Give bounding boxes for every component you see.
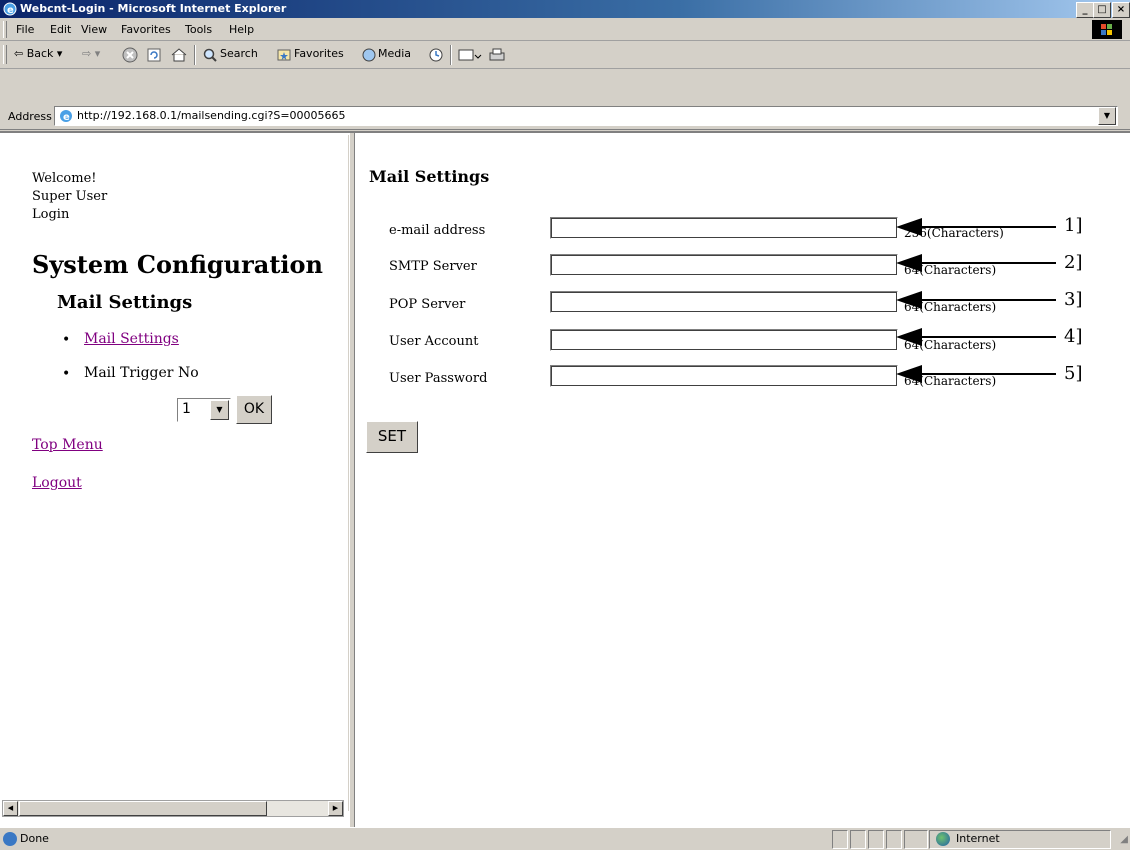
favorites-button[interactable]: Favorites bbox=[294, 47, 344, 60]
system-configuration-heading: System Configuration bbox=[32, 250, 323, 279]
status-panel bbox=[904, 830, 928, 849]
scroll-left-icon[interactable]: ◀ bbox=[3, 801, 18, 816]
smtp-server-label: SMTP Server bbox=[389, 259, 477, 274]
resize-grip-icon[interactable]: ◢ bbox=[1120, 834, 1128, 845]
media-icon[interactable] bbox=[361, 47, 377, 66]
mail-trigger-select[interactable]: 1 ▼ bbox=[177, 398, 231, 422]
annotation-number: 2] bbox=[1064, 252, 1083, 273]
media-button[interactable]: Media bbox=[378, 47, 411, 60]
ok-button[interactable]: OK bbox=[236, 395, 272, 424]
zone-text: Internet bbox=[956, 832, 1000, 845]
email-address-field[interactable] bbox=[550, 217, 898, 239]
top-menu-link[interactable]: Top Menu bbox=[32, 437, 103, 453]
toolbar-separator bbox=[194, 45, 196, 65]
ie-logo-icon: e bbox=[2, 1, 18, 17]
status-text: Done bbox=[20, 832, 49, 845]
windows-flag-icon bbox=[1092, 20, 1122, 39]
annotation-arrow-line bbox=[916, 226, 1056, 228]
address-input[interactable]: e http://192.168.0.1/mailsending.cgi?S=0… bbox=[54, 106, 1118, 126]
mail-trigger-label: Mail Trigger No bbox=[84, 365, 199, 381]
maximize-button[interactable]: □ bbox=[1093, 2, 1111, 18]
set-button[interactable]: SET bbox=[366, 421, 418, 453]
annotation-arrow-line bbox=[916, 336, 1056, 338]
history-icon[interactable] bbox=[427, 47, 445, 66]
menu-favorites[interactable]: Favorites bbox=[121, 23, 171, 36]
smtp-server-field[interactable] bbox=[550, 254, 898, 276]
forward-button[interactable]: ⇨ ▾ bbox=[82, 47, 100, 60]
close-button[interactable]: × bbox=[1112, 2, 1130, 18]
stop-icon[interactable] bbox=[122, 47, 138, 66]
right-frame: Mail Settings e-mail address 256(Charact… bbox=[356, 135, 1130, 825]
horizontal-scrollbar[interactable]: ◀ ▶ bbox=[2, 800, 344, 817]
scroll-right-icon[interactable]: ▶ bbox=[328, 801, 343, 816]
refresh-icon[interactable] bbox=[146, 47, 162, 66]
page-title: Mail Settings bbox=[369, 167, 490, 186]
mail-settings-link[interactable]: Mail Settings bbox=[84, 331, 179, 347]
status-bar: Done Internet ◢ bbox=[0, 827, 1130, 850]
user-account-label: User Account bbox=[389, 334, 479, 349]
globe-icon bbox=[936, 832, 950, 846]
minimize-button[interactable]: _ bbox=[1076, 2, 1094, 18]
window-title: Webcnt-Login - Microsoft Internet Explor… bbox=[20, 2, 287, 15]
toolbar-separator bbox=[450, 45, 452, 65]
svg-text:e: e bbox=[63, 112, 70, 123]
page-done-icon bbox=[3, 832, 17, 846]
menu-view[interactable]: View bbox=[81, 23, 107, 36]
annotation-number: 4] bbox=[1064, 326, 1083, 347]
mail-icon[interactable] bbox=[458, 47, 482, 66]
scroll-thumb[interactable] bbox=[19, 801, 267, 816]
mail-settings-subheading: Mail Settings bbox=[57, 292, 193, 313]
menu-bar: File Edit View Favorites Tools Help bbox=[0, 19, 1130, 41]
pop-server-field[interactable] bbox=[550, 291, 898, 313]
toolbar-grip bbox=[3, 45, 7, 64]
menu-file[interactable]: File bbox=[16, 23, 34, 36]
chevron-down-icon[interactable]: ▼ bbox=[210, 400, 229, 420]
page-icon: e bbox=[58, 108, 74, 127]
status-panel bbox=[886, 830, 902, 849]
bullet-icon: • bbox=[62, 366, 71, 382]
standard-toolbar: ⇦ Back ▾ ⇨ ▾ Search Favorites Media bbox=[0, 41, 1130, 69]
logout-link[interactable]: Logout bbox=[32, 475, 82, 491]
address-dropdown-button[interactable]: ▼ bbox=[1098, 107, 1116, 125]
print-icon[interactable] bbox=[488, 47, 506, 66]
search-icon[interactable] bbox=[202, 47, 218, 66]
annotation-arrow-line bbox=[916, 262, 1056, 264]
status-panel bbox=[868, 830, 884, 849]
user-password-label: User Password bbox=[389, 371, 488, 386]
left-frame: Welcome! Super User Login System Configu… bbox=[0, 135, 349, 817]
user-name: Super User bbox=[32, 189, 108, 204]
favorites-icon[interactable] bbox=[276, 47, 292, 66]
welcome-text: Welcome! bbox=[32, 171, 97, 186]
toolbar-grip bbox=[3, 21, 7, 38]
annotation-number: 5] bbox=[1064, 363, 1083, 384]
user-account-field[interactable] bbox=[550, 329, 898, 351]
annotation-number: 3] bbox=[1064, 289, 1083, 310]
frame-divider[interactable] bbox=[349, 133, 355, 829]
status-panel bbox=[850, 830, 866, 849]
pop-server-label: POP Server bbox=[389, 297, 466, 312]
back-button[interactable]: ⇦ Back ▾ bbox=[14, 47, 62, 60]
page-content: Welcome! Super User Login System Configu… bbox=[0, 131, 1130, 829]
address-url: http://192.168.0.1/mailsending.cgi?S=000… bbox=[77, 109, 346, 122]
menu-edit[interactable]: Edit bbox=[50, 23, 71, 36]
annotation-number: 1] bbox=[1064, 215, 1083, 236]
annotation-arrow-line bbox=[916, 299, 1056, 301]
user-password-field[interactable] bbox=[550, 365, 898, 387]
status-panel bbox=[832, 830, 848, 849]
address-label: Address bbox=[8, 110, 52, 123]
annotation-arrow-line bbox=[916, 373, 1056, 375]
search-button[interactable]: Search bbox=[220, 47, 258, 60]
home-icon[interactable] bbox=[170, 47, 188, 66]
menu-help[interactable]: Help bbox=[229, 23, 254, 36]
title-bar: e Webcnt-Login - Microsoft Internet Expl… bbox=[0, 0, 1130, 18]
bullet-icon: • bbox=[62, 332, 71, 348]
svg-text:e: e bbox=[7, 5, 14, 16]
address-bar: Address e http://192.168.0.1/mailsending… bbox=[0, 103, 1130, 130]
menu-tools[interactable]: Tools bbox=[185, 23, 212, 36]
email-address-label: e-mail address bbox=[389, 223, 486, 238]
login-text: Login bbox=[32, 207, 70, 222]
mail-trigger-value: 1 bbox=[182, 401, 191, 417]
